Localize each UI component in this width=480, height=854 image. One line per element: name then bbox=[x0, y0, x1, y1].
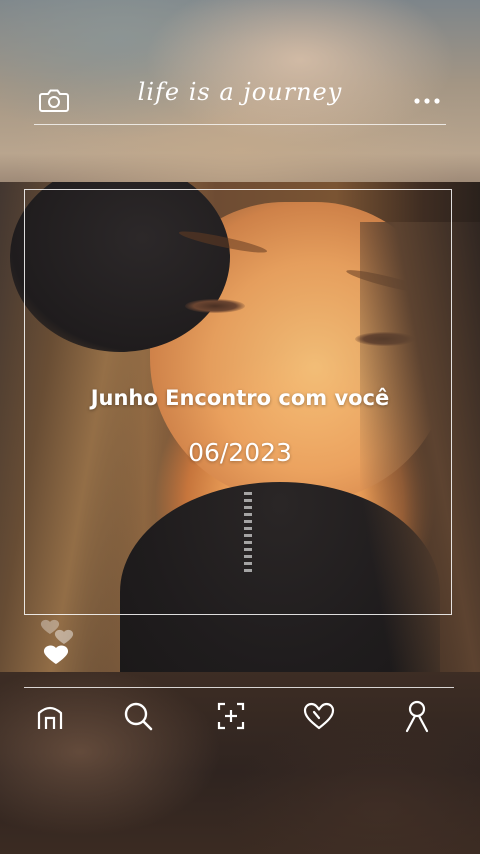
post-title: Junho Encontro com você bbox=[90, 386, 390, 410]
nav-divider bbox=[24, 687, 454, 688]
nav-add-button[interactable] bbox=[209, 696, 253, 736]
nav-search-button[interactable] bbox=[116, 696, 160, 736]
nav-likes-button[interactable] bbox=[297, 696, 341, 736]
nav-profile-button[interactable] bbox=[395, 696, 439, 736]
home-icon bbox=[34, 700, 66, 732]
search-icon bbox=[121, 699, 155, 733]
top-divider bbox=[34, 124, 446, 125]
app-title: life is a journey bbox=[137, 78, 343, 106]
post-date: 06/2023 bbox=[188, 438, 292, 467]
profile-icon bbox=[402, 699, 432, 733]
heart-icon bbox=[302, 701, 336, 731]
like-hearts-icon[interactable] bbox=[36, 608, 84, 670]
nav-home-button[interactable] bbox=[28, 696, 72, 736]
add-post-icon bbox=[215, 700, 247, 732]
more-icon[interactable] bbox=[412, 92, 442, 104]
bottom-nav bbox=[0, 696, 480, 740]
top-bar: life is a journey bbox=[0, 0, 480, 140]
